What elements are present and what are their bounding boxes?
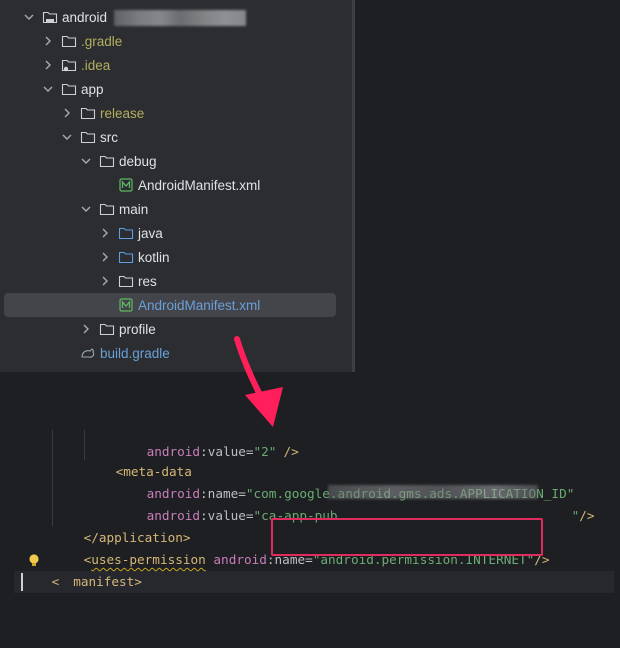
source-folder-icon [118,225,134,241]
gradle-file-icon [80,345,96,361]
chevron-down-icon[interactable] [60,130,74,144]
folder-icon [118,273,134,289]
chevron-right-icon[interactable] [60,106,74,120]
tree-item-label: AndroidManifest.xml [138,297,261,313]
folder-icon [99,201,115,217]
lightbulb-icon[interactable] [27,553,41,567]
tree-item-label: build.gradle [100,345,170,361]
tree-item-label: android [62,9,108,25]
folder-icon [61,33,77,49]
tree-item[interactable]: .idea [0,53,340,77]
tree-item[interactable]: android [0,5,340,29]
text-caret [21,573,23,591]
tree-item[interactable]: AndroidManifest.xml [0,173,340,197]
code-line-meta-name: android:name="com.google.android.gms.ads… [146,486,575,501]
code-line-meta-value-end: "/> [571,508,595,523]
highlight-box [271,518,543,556]
chevron-down-icon[interactable] [22,10,36,24]
chevron-right-icon[interactable] [98,274,112,288]
code-line-application-close: </application> [83,530,191,545]
module-folder-icon [42,9,58,25]
tree-item-label: main [119,201,149,217]
panel-divider [352,0,355,372]
chevron-down-icon[interactable] [79,202,93,216]
tree-item[interactable]: .gradle [0,29,340,53]
tree-item-label: app [81,81,104,97]
chevron-right-icon[interactable] [98,226,112,240]
tree-item[interactable]: AndroidManifest.xml [4,293,336,317]
chevron-right-icon[interactable] [41,34,55,48]
folder-icon [99,153,115,169]
settings-folder-icon [61,57,77,73]
tree-item[interactable]: res [0,269,340,293]
chevron-down-icon[interactable] [41,82,55,96]
tree-item-label: kotlin [138,249,170,265]
chevron-right-icon[interactable] [79,322,93,336]
tree-item-label: AndroidManifest.xml [138,177,261,193]
folder-icon [80,129,96,145]
tree-item-label: src [100,129,118,145]
tree-item-label: release [100,105,145,121]
chevron-right-icon[interactable] [41,58,55,72]
pointer-arrow-icon [234,336,283,427]
redacted-app-id [328,485,538,499]
tree-item-label: .idea [81,57,111,73]
tree-item[interactable]: debug [0,149,340,173]
manifest-file-icon [118,177,134,193]
tree-item-label: .gradle [81,33,123,49]
tree-item-label: debug [119,153,157,169]
source-folder-icon [118,249,134,265]
folder-icon [61,81,77,97]
folder-icon [80,105,96,121]
tree-item[interactable]: app [0,77,340,101]
chevron-right-icon[interactable] [98,250,112,264]
folder-icon [99,321,115,337]
tree-item[interactable]: java [0,221,340,245]
tree-item[interactable]: kotlin [0,245,340,269]
chevron-down-icon[interactable] [79,154,93,168]
code-line-meta-data: <meta-data [115,464,192,479]
tree-item-label: res [138,273,157,289]
tree-item-label: java [138,225,163,241]
tree-item[interactable]: main [0,197,340,221]
code-line-meta-value: android:value="ca-app-pub [146,508,338,523]
manifest-file-icon [118,297,134,313]
tree-item-label: profile [119,321,156,337]
tree-item[interactable]: src [0,125,340,149]
tree-item[interactable]: release [0,101,340,125]
